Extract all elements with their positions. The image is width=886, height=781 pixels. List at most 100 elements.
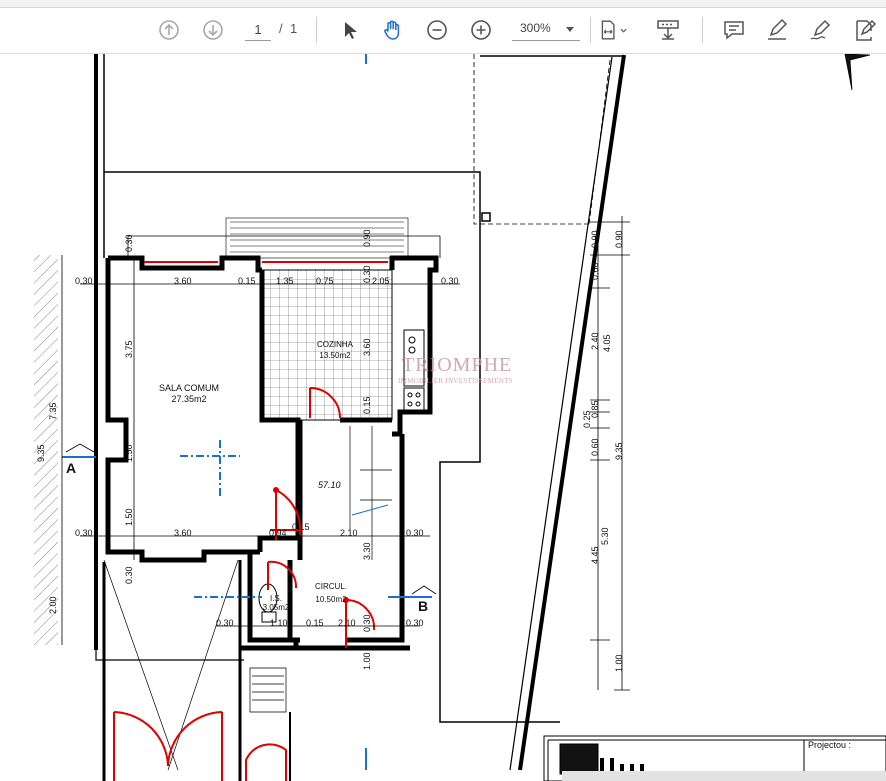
- sign-icon: [810, 19, 831, 40]
- pdf-document-canvas[interactable]: SALA COMUM 27.35m2 COZINHA 13.50m2 CIRCU…: [0, 54, 886, 781]
- pdf-toolbar: / 1 300%: [0, 8, 886, 54]
- zoom-in-button[interactable]: [466, 16, 496, 44]
- room-area-cozinha: 13.50m2: [319, 351, 351, 360]
- room-area-circul: 10.50m2: [315, 595, 347, 604]
- svg-text:2.10: 2.10: [340, 528, 358, 538]
- svg-text:0.30: 0.30: [406, 618, 424, 628]
- svg-text:0.30: 0.30: [216, 618, 234, 628]
- comment-icon: [724, 21, 744, 40]
- zoom-in-icon: [471, 20, 491, 40]
- section-a-label: A: [66, 460, 76, 476]
- previous-page-button[interactable]: [154, 16, 184, 44]
- section-b-label: B: [418, 598, 428, 614]
- page-fit-icon: [601, 20, 627, 40]
- svg-text:1.35: 1.35: [276, 276, 294, 286]
- svg-text:1.50: 1.50: [124, 508, 134, 526]
- room-area-sala: 27.35m2: [171, 394, 206, 404]
- floor-plan-drawing: SALA COMUM 27.35m2 COZINHA 13.50m2 CIRCU…: [34, 54, 886, 781]
- svg-text:2.05: 2.05: [372, 276, 390, 286]
- svg-text:0.30: 0.30: [124, 566, 134, 584]
- svg-text:3.60: 3.60: [174, 528, 192, 538]
- zoom-out-button[interactable]: [422, 16, 452, 44]
- svg-text:0.30: 0.30: [75, 528, 93, 538]
- toolbar-divider: [316, 17, 317, 43]
- share-edit-button[interactable]: [850, 16, 880, 44]
- svg-text:4.45: 4.45: [590, 546, 600, 564]
- scroll-mode-icon: [657, 20, 679, 40]
- room-name-sala: SALA COMUM: [159, 383, 219, 393]
- svg-text:0.30: 0.30: [362, 265, 372, 283]
- page-separator: /: [279, 21, 283, 36]
- svg-text:3.75: 3.75: [124, 340, 134, 358]
- room-area-ws: 3.05m2: [263, 603, 290, 612]
- svg-text:0.94: 0.94: [269, 528, 287, 538]
- svg-text:0.30: 0.30: [441, 276, 459, 286]
- hand-tool-icon: [384, 20, 400, 40]
- hand-tool-button[interactable]: [378, 16, 408, 44]
- page-fit-button[interactable]: [598, 16, 628, 44]
- room-name-ws: I.S.: [270, 594, 282, 603]
- svg-text:0.30: 0.30: [362, 614, 372, 632]
- dims-bottom: 0.30 1.10 0.15 2.10 0.30: [216, 618, 424, 628]
- svg-text:2.40: 2.40: [590, 332, 600, 350]
- svg-text:1.10: 1.10: [270, 618, 288, 628]
- svg-text:9.35: 9.35: [614, 442, 624, 460]
- scroll-mode-button[interactable]: [653, 16, 683, 44]
- sign-button[interactable]: [806, 16, 836, 44]
- highlight-pen-icon: [768, 18, 788, 40]
- svg-text:2.00: 2.00: [48, 596, 58, 614]
- svg-text:2.10: 2.10: [338, 618, 356, 628]
- zoom-select[interactable]: 300%: [512, 18, 580, 41]
- svg-text:1.00: 1.00: [362, 652, 372, 670]
- svg-text:0.30: 0.30: [406, 528, 424, 538]
- svg-text:0.60: 0.60: [590, 438, 600, 456]
- svg-text:0.30: 0.30: [124, 234, 134, 252]
- comment-button[interactable]: [719, 16, 749, 44]
- share-edit-icon: [856, 19, 877, 41]
- svg-text:0.30: 0.30: [75, 276, 93, 286]
- toolbar-divider: [702, 17, 703, 43]
- zoom-value: 300%: [520, 21, 551, 35]
- toolbar-divider: [590, 17, 591, 43]
- dims-right-a: 0.90 0.60 2.40 0.25 0.85 0.60 5.30 4.45: [582, 230, 610, 564]
- watermark-subtitle: IMMOBILIER INVESTISSEMENTS: [398, 377, 513, 385]
- svg-text:0.15: 0.15: [362, 396, 372, 414]
- svg-text:0.15: 0.15: [306, 618, 324, 628]
- chevron-down-icon: [566, 27, 574, 32]
- svg-text:0.75: 0.75: [316, 276, 334, 286]
- next-page-button[interactable]: [198, 16, 228, 44]
- svg-text:1.00: 1.00: [614, 654, 624, 672]
- watermark-logo-text: TRIOMPHE: [402, 354, 513, 376]
- svg-text:0.15: 0.15: [292, 522, 310, 532]
- svg-text:0.90: 0.90: [590, 230, 600, 248]
- svg-text:1.50: 1.50: [124, 444, 134, 462]
- svg-text:7.35: 7.35: [48, 402, 58, 420]
- svg-text:3.60: 3.60: [362, 338, 372, 356]
- page-number-input[interactable]: [245, 18, 271, 41]
- level-mark: 57.10: [318, 480, 341, 490]
- svg-text:0.90: 0.90: [362, 229, 372, 247]
- svg-text:0.15: 0.15: [238, 276, 256, 286]
- svg-text:5.30: 5.30: [600, 527, 610, 545]
- select-cursor-icon: [345, 22, 357, 39]
- svg-text:9.35: 9.35: [36, 444, 46, 462]
- window-top-strip: [0, 0, 886, 8]
- zoom-out-icon: [427, 20, 447, 40]
- title-block-projectou-label: Projectou :: [808, 740, 852, 750]
- svg-text:0.85: 0.85: [590, 400, 600, 418]
- svg-text:3.30: 3.30: [362, 542, 372, 560]
- svg-text:0.90: 0.90: [614, 230, 624, 248]
- room-name-cozinha: COZINHA: [317, 340, 354, 349]
- arrow-up-icon: [159, 20, 179, 40]
- highlight-button[interactable]: [762, 16, 792, 44]
- page-total: 1: [290, 21, 298, 36]
- select-tool-button[interactable]: [334, 16, 364, 44]
- svg-text:0.60: 0.60: [590, 262, 600, 280]
- room-name-circul: CIRCUL.: [315, 582, 347, 591]
- svg-text:4.05: 4.05: [602, 334, 612, 352]
- dims-right-b: 0.90 4.05 9.35 1.00: [602, 230, 624, 672]
- arrow-down-icon: [203, 20, 223, 40]
- horizontal-scrollbar[interactable]: [562, 771, 886, 781]
- entry-steps: [225, 217, 409, 259]
- svg-text:3.60: 3.60: [174, 276, 192, 286]
